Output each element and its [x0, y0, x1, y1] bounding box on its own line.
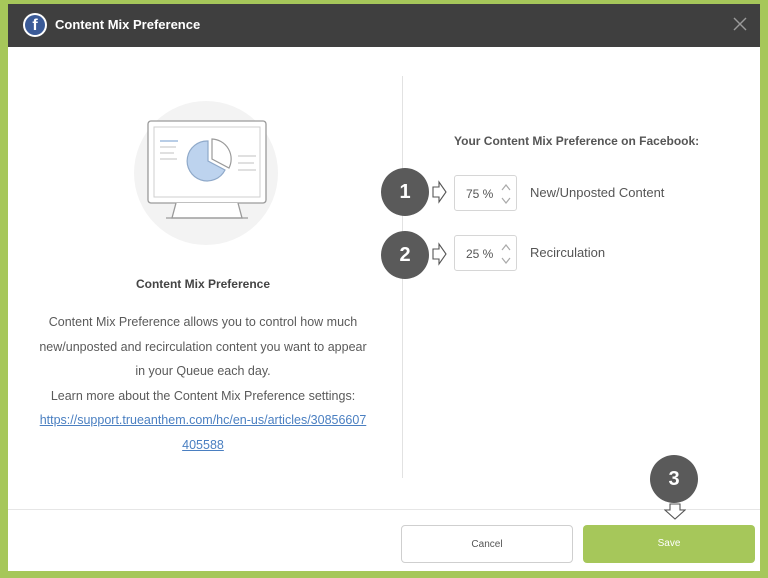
modal-title: Content Mix Preference: [55, 17, 201, 32]
modal-header: f Content Mix Preference: [8, 4, 760, 47]
step-badge-3: 3: [650, 455, 698, 503]
preference-heading: Your Content Mix Preference on Facebook:: [454, 134, 700, 148]
new-content-label: New/Unposted Content: [530, 185, 665, 200]
pointer-arrow-icon: [664, 503, 686, 520]
description-block: Content Mix Preference allows you to con…: [38, 310, 368, 457]
close-icon[interactable]: [732, 16, 748, 32]
spinner-icon[interactable]: [500, 181, 512, 207]
save-button[interactable]: Save: [583, 525, 755, 563]
step-badge-1: 1: [381, 168, 429, 216]
cancel-button[interactable]: Cancel: [401, 525, 573, 563]
facebook-icon: f: [23, 13, 47, 37]
recirculation-percent-input[interactable]: 25 %: [454, 235, 517, 271]
pointer-arrow-icon: [432, 180, 447, 204]
monitor-pie-illustration: [134, 101, 278, 245]
support-link[interactable]: https://support.trueanthem.com/hc/en-us/…: [40, 413, 367, 452]
footer-divider: [8, 509, 760, 510]
new-content-percent-input[interactable]: 75 %: [454, 175, 517, 211]
pointer-arrow-icon: [432, 242, 447, 266]
description-text: Content Mix Preference allows you to con…: [39, 315, 367, 378]
spinner-icon[interactable]: [500, 241, 512, 267]
percent-value: 75 %: [466, 187, 494, 201]
step-badge-2: 2: [381, 231, 429, 279]
learn-more-text: Learn more about the Content Mix Prefere…: [50, 388, 356, 403]
percent-value: 25 %: [466, 247, 494, 261]
content-mix-modal: f Content Mix Preference Content Mix Pre…: [8, 4, 760, 571]
recirculation-label: Recirculation: [530, 245, 606, 260]
section-title: Content Mix Preference: [135, 277, 271, 291]
